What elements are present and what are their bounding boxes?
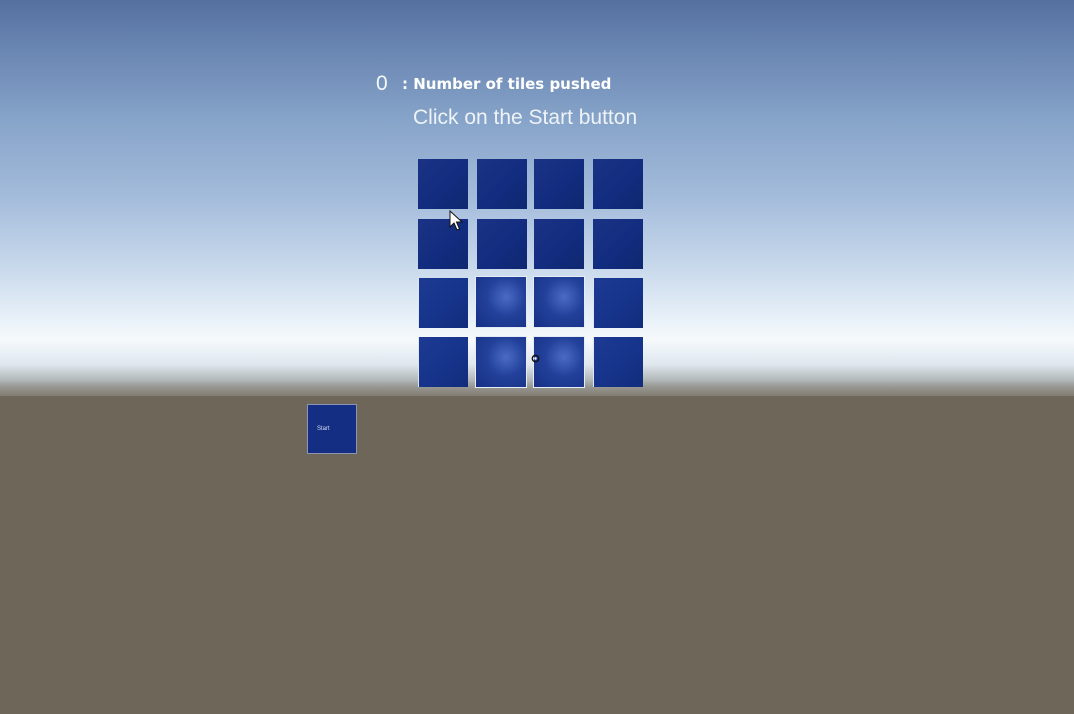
tile-r3-c4[interactable] — [593, 278, 643, 328]
tile-r4-c3[interactable] — [533, 336, 585, 388]
crosshair-icon — [531, 354, 540, 363]
tile-r2-c3[interactable] — [534, 219, 584, 269]
tile-r3-c1[interactable] — [418, 278, 468, 328]
tile-r1-c3[interactable] — [534, 159, 584, 209]
tiles-pushed-label: : Number of tiles pushed — [402, 75, 612, 93]
tile-r2-c2[interactable] — [477, 219, 527, 269]
tile-r4-c2[interactable] — [475, 336, 527, 388]
tiles-pushed-counter: 0 : Number of tiles pushed — [376, 70, 611, 98]
ground-plane — [0, 396, 1074, 714]
tile-r3-c3[interactable] — [533, 276, 585, 328]
tile-r1-c1[interactable] — [418, 159, 468, 209]
tile-r4-c4[interactable] — [593, 337, 643, 387]
start-button[interactable]: Start — [307, 404, 357, 454]
game-scene: 0 : Number of tiles pushed Click on the … — [0, 0, 1074, 714]
instruction-text: Click on the Start button — [413, 106, 638, 129]
cursor-icon — [449, 210, 463, 231]
tile-r3-c2[interactable] — [475, 276, 527, 328]
tile-r1-c4[interactable] — [593, 159, 643, 209]
tile-r4-c1[interactable] — [418, 337, 468, 387]
tile-r2-c4[interactable] — [593, 219, 643, 269]
tile-r1-c2[interactable] — [477, 159, 527, 209]
tiles-pushed-count: 0 — [376, 72, 388, 95]
